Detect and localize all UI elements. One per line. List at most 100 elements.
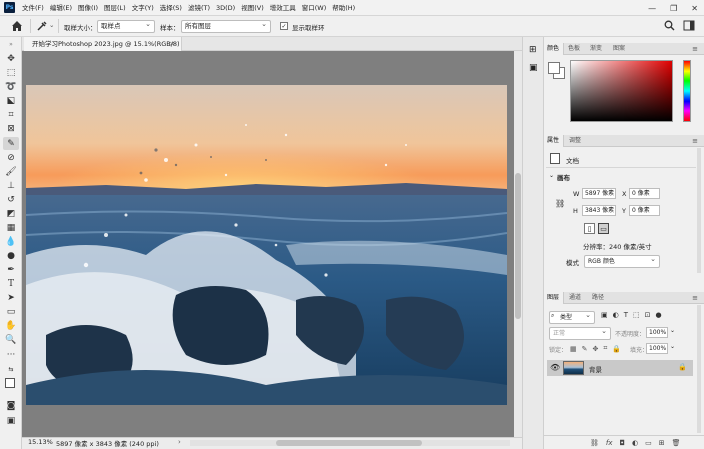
landscape-orientation-icon[interactable]: ▭ — [598, 223, 609, 234]
menu-type[interactable]: 文字(Y) — [132, 0, 154, 16]
collapse-tools-icon[interactable]: » — [3, 41, 19, 48]
x-input[interactable]: 0 像素 — [629, 188, 660, 199]
panel-menu-icon[interactable]: ≡ — [692, 43, 698, 55]
new-layer-icon[interactable]: ⊞ — [659, 439, 665, 447]
layer-visibility-eye-icon[interactable]: 👁 — [550, 363, 560, 372]
show-sampling-ring-checkbox[interactable]: ✓ — [280, 22, 288, 30]
filter-toggle-icon[interactable]: ● — [656, 311, 662, 319]
layer-lock-icon[interactable]: 🔒 — [678, 363, 687, 371]
filter-pixel-icon[interactable]: ▣ — [601, 311, 608, 319]
tab-channels[interactable]: 通道 — [566, 292, 584, 304]
properties-scrollbar[interactable] — [697, 148, 701, 273]
menu-help[interactable]: 帮助(H) — [332, 0, 355, 16]
lasso-tool-icon[interactable]: ➰ — [3, 80, 19, 93]
pen-tool-icon[interactable]: ✒ — [3, 263, 19, 276]
filter-type-icon[interactable]: T — [624, 311, 628, 319]
type-tool-icon[interactable]: T — [3, 277, 19, 290]
color-mode-dropdown[interactable]: RGB 颜色 — [584, 254, 660, 268]
foreground-color-swatch[interactable] — [5, 378, 15, 388]
layers-scrollbar[interactable] — [697, 305, 701, 433]
height-input[interactable]: 3843 像素 — [582, 205, 616, 216]
home-icon[interactable] — [10, 19, 24, 33]
document-canvas-image[interactable] — [26, 85, 507, 405]
menu-layer[interactable]: 图层(L) — [104, 0, 126, 16]
lock-image-icon[interactable]: ✎ — [582, 345, 588, 353]
layer-thumbnail[interactable] — [563, 361, 584, 375]
menu-select[interactable]: 选择(S) — [160, 0, 182, 16]
horizontal-scrollbar-thumb[interactable] — [276, 440, 422, 446]
hand-tool-icon[interactable]: ✋ — [3, 319, 19, 332]
fill-input[interactable]: 100% — [646, 343, 668, 354]
eyedropper-tool-icon[interactable]: ✎ — [3, 137, 19, 150]
layer-name[interactable]: 背景 — [589, 364, 602, 374]
new-adjustment-layer-icon[interactable]: ◐ — [632, 439, 638, 447]
close-tab-icon[interactable]: × — [169, 37, 175, 51]
menu-image[interactable]: 图像(I) — [78, 0, 98, 16]
eyedropper-tool-icon[interactable] — [36, 20, 48, 32]
filter-shape-icon[interactable]: ⬚ — [633, 311, 640, 319]
sample-size-dropdown[interactable]: 取样点 — [97, 19, 155, 33]
stamp-tool-icon[interactable]: ⊥ — [3, 179, 19, 192]
blend-mode-dropdown[interactable]: 正常 — [549, 326, 611, 340]
width-input[interactable]: 5897 像素 — [582, 188, 616, 199]
filter-adjustment-icon[interactable]: ◐ — [613, 311, 619, 319]
menu-3d[interactable]: 3D(D) — [216, 0, 235, 16]
menu-file[interactable]: 文件(F) — [22, 0, 44, 16]
brush-tool-icon[interactable]: 🖌 — [3, 165, 19, 178]
history-brush-tool-icon[interactable]: ↺ — [3, 193, 19, 206]
minimize-icon[interactable]: — — [648, 4, 656, 13]
zoom-tool-icon[interactable]: 🔍 — [3, 333, 19, 346]
lock-artboard-icon[interactable]: ⌗ — [603, 344, 607, 353]
comments-panel-icon[interactable]: ▣ — [529, 63, 538, 73]
workspace-icon[interactable] — [683, 20, 695, 31]
lock-all-icon[interactable]: 🔒 — [612, 345, 621, 353]
move-tool-icon[interactable]: ✥ — [3, 52, 19, 65]
tab-layers[interactable]: 图层 — [544, 292, 564, 304]
maximize-icon[interactable]: ❐ — [670, 4, 677, 13]
y-input[interactable]: 0 像素 — [629, 205, 660, 216]
search-icon[interactable] — [664, 20, 675, 31]
zoom-level[interactable]: 15.13% — [28, 438, 53, 446]
tab-properties[interactable]: 属性 — [544, 135, 564, 147]
link-dimensions-icon[interactable]: ⛓ — [555, 199, 565, 208]
close-icon[interactable]: ✕ — [691, 4, 698, 13]
tab-patterns[interactable]: 图案 — [610, 43, 628, 55]
filter-smart-object-icon[interactable]: ⊡ — [645, 311, 651, 319]
tab-color[interactable]: 颜色 — [544, 43, 564, 55]
portrait-orientation-icon[interactable]: ▯ — [584, 223, 595, 234]
eraser-tool-icon[interactable]: ◩ — [3, 207, 19, 220]
blur-tool-icon[interactable]: 💧 — [3, 235, 19, 248]
quick-mask-icon[interactable]: ◙ — [3, 399, 19, 412]
add-mask-icon[interactable]: ◘ — [620, 439, 626, 447]
screen-mode-icon[interactable]: ▣ — [3, 414, 19, 427]
menu-view[interactable]: 视图(V) — [241, 0, 264, 16]
marquee-tool-icon[interactable]: ⬚ — [3, 66, 19, 79]
fill-chevron-icon[interactable]: ⌄ — [670, 343, 675, 350]
color-swap-icon[interactable]: ⇆ — [3, 363, 19, 376]
object-selection-tool-icon[interactable]: ⬕ — [3, 94, 19, 107]
more-tools-icon[interactable]: ··· — [3, 348, 19, 361]
document-tab[interactable]: 开始学习Photoshop 2023.jpg @ 15.1%(RGB/8) × — [24, 37, 182, 51]
history-panel-icon[interactable]: ⊞ — [529, 45, 537, 55]
menu-window[interactable]: 窗口(W) — [302, 0, 327, 16]
tab-adjustments[interactable]: 调整 — [566, 135, 584, 147]
status-menu-chevron-icon[interactable]: › — [178, 438, 181, 446]
opacity-chevron-icon[interactable]: ⌄ — [670, 327, 675, 334]
tab-swatches[interactable]: 色板 — [565, 43, 583, 55]
hue-slider[interactable] — [683, 60, 691, 122]
layer-filter-dropdown[interactable]: 类型 — [549, 310, 595, 324]
layer-style-icon[interactable]: fx — [606, 439, 613, 447]
dodge-tool-icon[interactable]: ● — [3, 249, 19, 262]
tab-paths[interactable]: 路径 — [589, 292, 607, 304]
rectangle-tool-icon[interactable]: ▭ — [3, 305, 19, 318]
foreground-color-swatch[interactable] — [548, 62, 560, 74]
menu-edit[interactable]: 编辑(E) — [50, 0, 72, 16]
link-layers-icon[interactable]: ⛓ — [590, 439, 599, 447]
healing-brush-tool-icon[interactable]: ⊘ — [3, 151, 19, 164]
lock-position-icon[interactable]: ✥ — [593, 345, 599, 353]
new-group-icon[interactable]: ▭ — [645, 439, 652, 447]
lock-transparent-icon[interactable]: ▦ — [570, 345, 577, 353]
tool-preset-chevron-icon[interactable]: ⌄ — [49, 21, 54, 29]
menu-plugins[interactable]: 增效工具 — [270, 0, 296, 16]
crop-tool-icon[interactable]: ⌗ — [3, 108, 19, 121]
